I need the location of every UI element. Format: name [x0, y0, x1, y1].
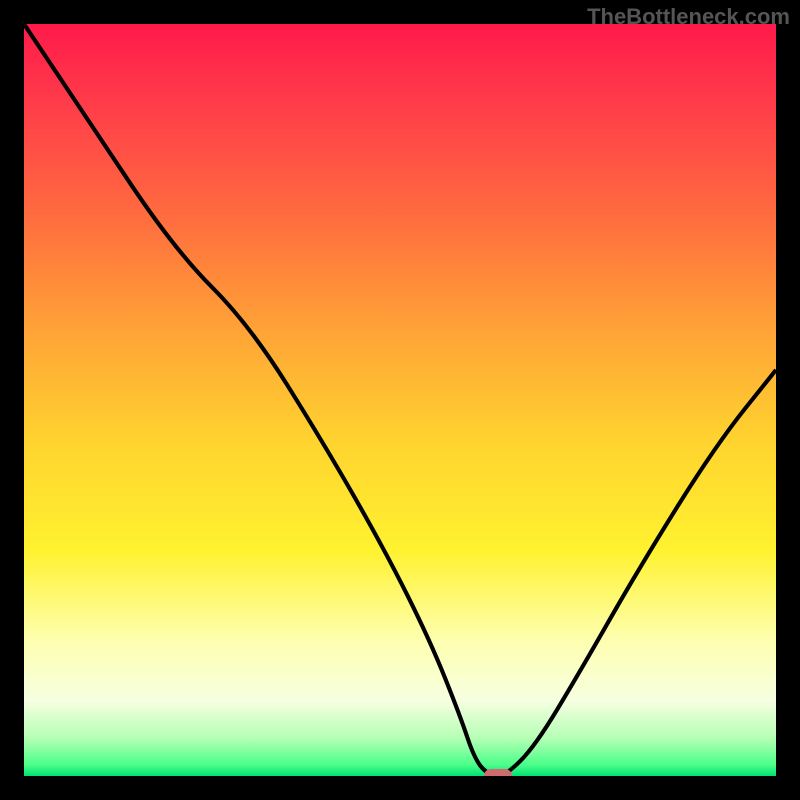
bottleneck-curve: [24, 24, 776, 776]
watermark-text: TheBottleneck.com: [587, 4, 790, 30]
plot-area: [24, 24, 776, 776]
optimal-point-marker: [484, 769, 512, 776]
